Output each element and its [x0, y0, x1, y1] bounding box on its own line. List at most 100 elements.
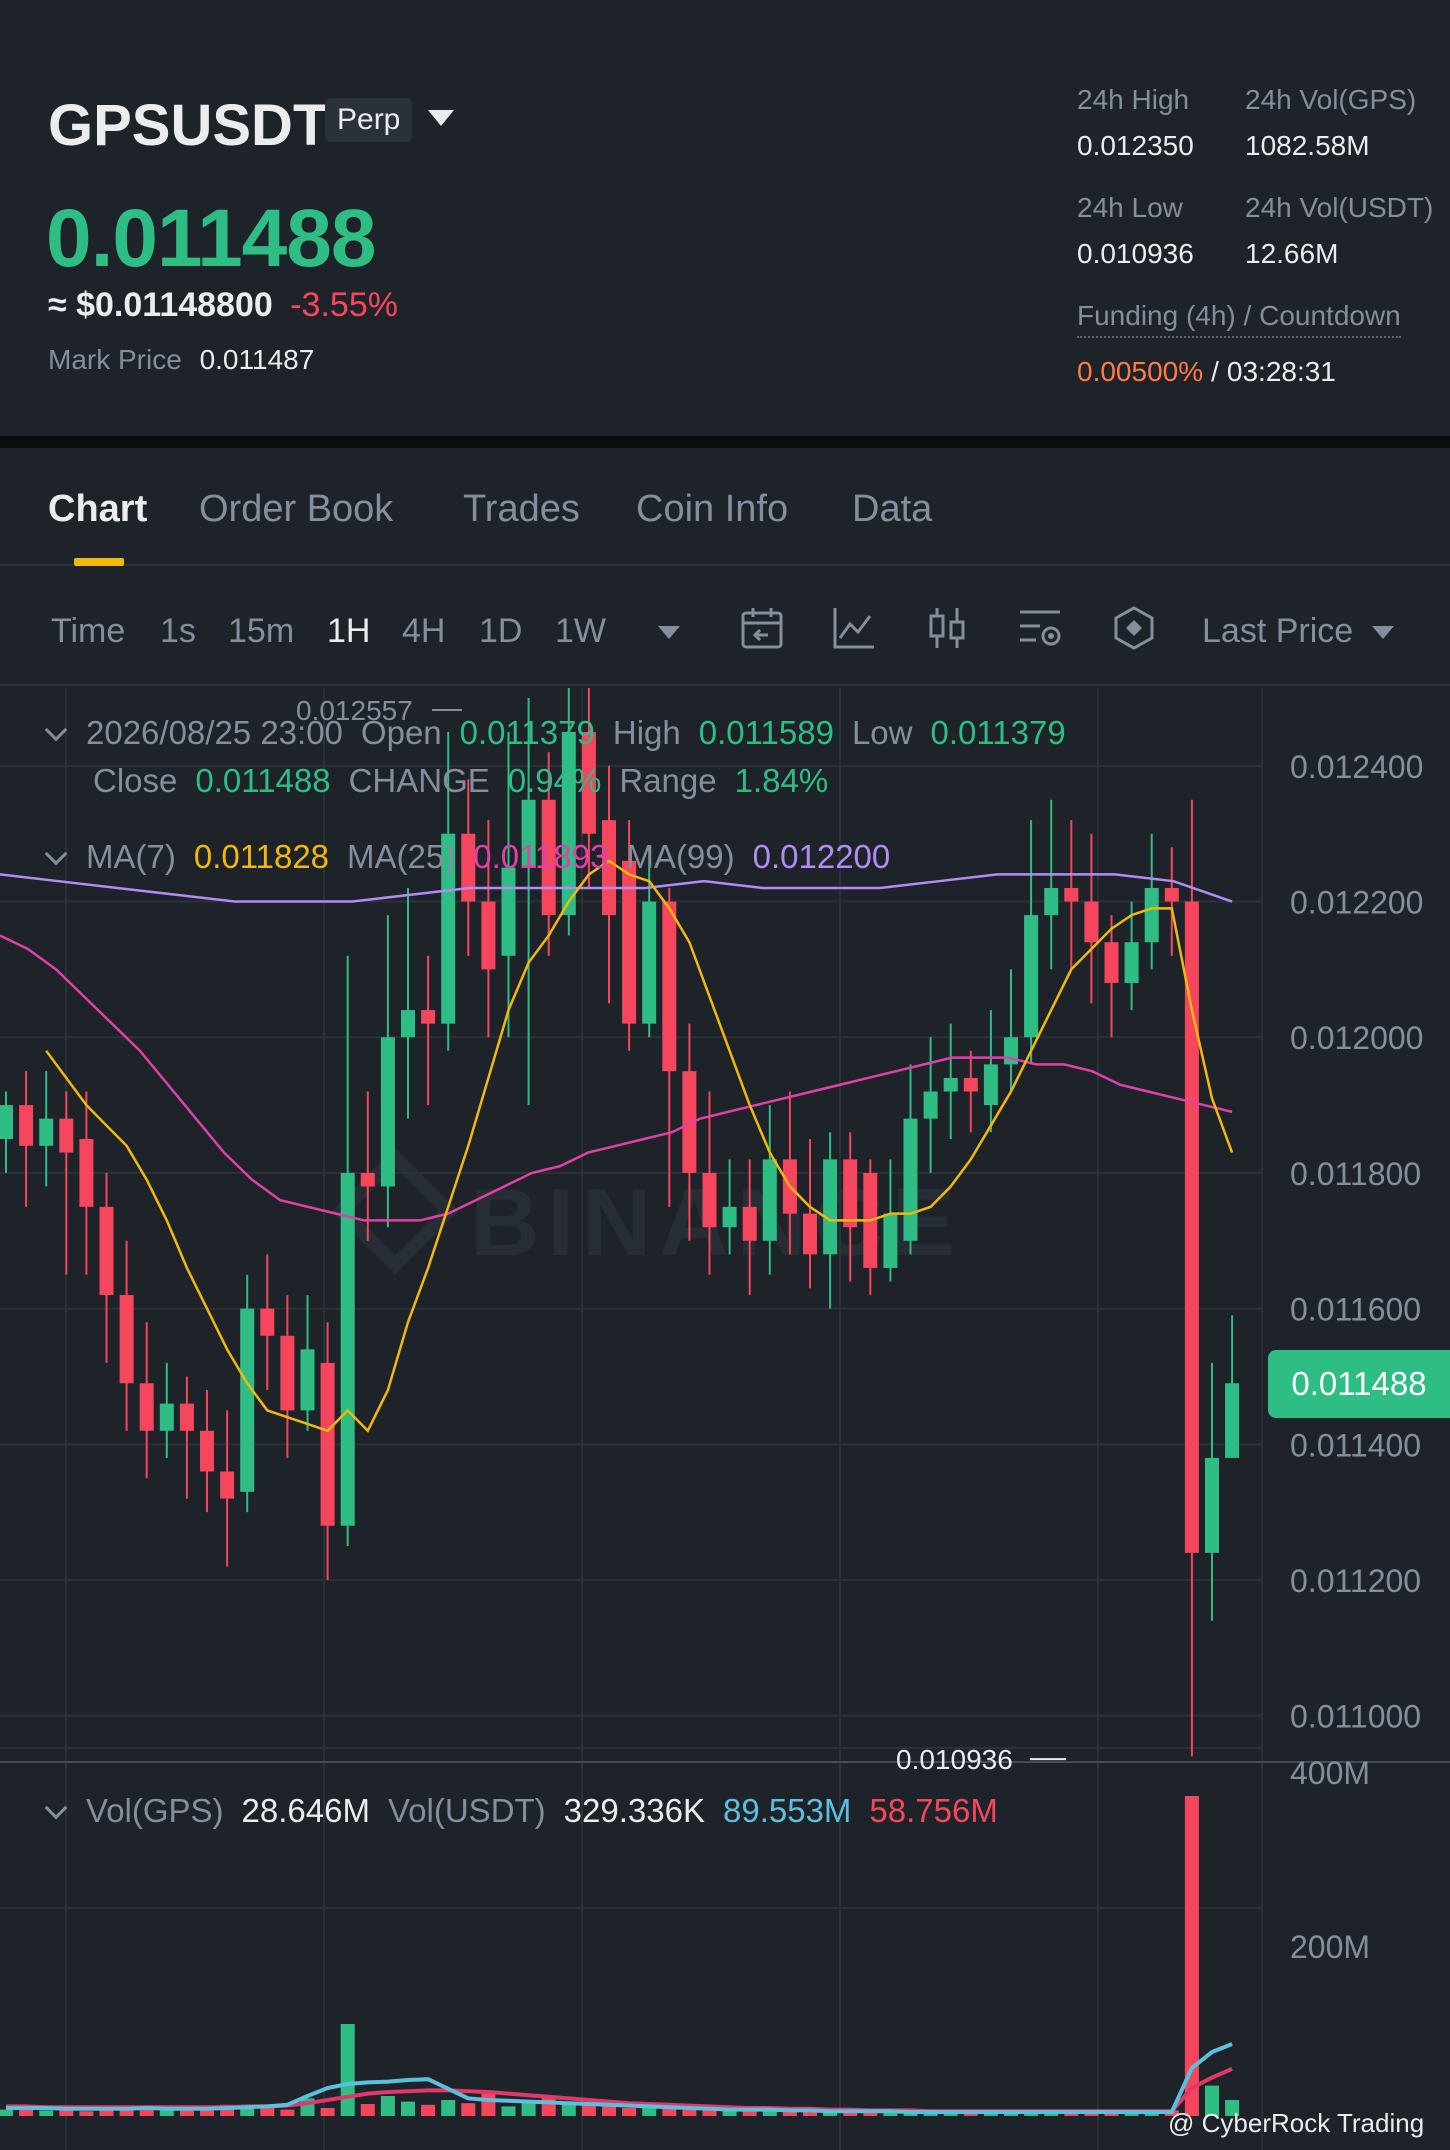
ma7-value: 0.011828	[193, 838, 330, 875]
candle-body	[220, 1471, 235, 1499]
funding-block[interactable]: Funding (4h) / Countdown 0.00500%/03:28:…	[1077, 300, 1401, 388]
indicator-icon[interactable]	[1110, 604, 1158, 652]
mark-price-label: Mark Price	[48, 344, 182, 375]
ma25-value: 0.011893	[473, 838, 609, 875]
timeframe-1s[interactable]: 1s	[160, 612, 196, 651]
price-type-dropdown-icon[interactable]	[1372, 626, 1394, 639]
change-label: CHANGE	[348, 762, 490, 799]
stat-label: 24h High	[1077, 84, 1190, 115]
more-timeframes-icon[interactable]	[658, 626, 680, 639]
candle-body	[823, 1159, 838, 1255]
tab-data[interactable]: Data	[852, 488, 932, 531]
candle-body	[501, 867, 516, 956]
candle-body	[702, 1172, 717, 1228]
tab-chart[interactable]: Chart	[48, 488, 147, 531]
open-value: 0.011379	[459, 714, 595, 751]
candle-body	[280, 1335, 295, 1411]
candle-body	[1205, 1457, 1219, 1553]
chart-area[interactable]: BINANCE 0.012400 0.012200 0.012000 0.011800…	[0, 688, 1450, 2150]
active-tab-indicator	[74, 558, 124, 566]
candle-body	[923, 1091, 938, 1119]
price-type-selector[interactable]: Last Price	[1202, 612, 1353, 651]
candle-body	[99, 1206, 114, 1296]
funding-row: 0.00500%/03:28:31	[1077, 356, 1401, 388]
collapse-icon[interactable]	[44, 1796, 68, 1820]
candle-body	[1084, 901, 1099, 943]
volume-bar	[401, 2101, 415, 2116]
volume-legend-row: Vol(GPS) 28.646M Vol(USDT) 329.336K 89.553M 5…	[44, 1792, 998, 1830]
timeframe-time[interactable]: Time	[51, 612, 125, 651]
calendar-icon[interactable]	[738, 604, 786, 652]
current-price-tag: 0.011488	[1268, 1350, 1450, 1418]
symbol-dropdown-icon[interactable]	[428, 110, 454, 126]
symbol-title[interactable]: GPSUSDT	[48, 92, 328, 159]
price-tick-label: 0.012400	[1290, 749, 1423, 785]
candle-body	[260, 1308, 275, 1336]
volume-bar	[602, 2106, 616, 2116]
candle-datetime: 2026/08/25 23:00	[86, 714, 343, 751]
volume-bar	[280, 2109, 295, 2116]
chart-settings-icon[interactable]	[1016, 604, 1064, 652]
stat-24h-high: 24h High 0.012350	[1077, 84, 1194, 162]
candle-body	[883, 1213, 898, 1268]
volume-bar	[139, 2109, 154, 2116]
tab-trades[interactable]: Trades	[463, 488, 580, 531]
funding-separator: /	[1211, 356, 1219, 387]
funding-label[interactable]: Funding (4h) / Countdown	[1077, 300, 1401, 338]
price-tick-label: 0.011200	[1290, 1563, 1421, 1599]
timeframe-1h[interactable]: 1H	[327, 612, 370, 651]
price-tick-label: 0.012000	[1290, 1020, 1423, 1056]
change-value: 0.94%	[507, 762, 602, 799]
stat-24h-low: 24h Low 0.010936	[1077, 192, 1194, 270]
section-divider	[0, 436, 1450, 448]
ma-legend-row: MA(7) 0.011828 MA(25) 0.011893 MA(99) 0.01220…	[44, 838, 891, 876]
collapse-icon[interactable]	[44, 842, 68, 866]
timeframe-1w[interactable]: 1W	[555, 612, 606, 651]
chart-toolbar: Time 1s 15m 1H 4H 1D 1W Last Price	[0, 568, 1450, 686]
open-label: Open	[360, 714, 442, 751]
timeframe-1d[interactable]: 1D	[479, 612, 522, 651]
contract-type-badge: Perp	[325, 98, 413, 142]
funding-rate: 0.00500%	[1077, 356, 1204, 387]
volume-bar	[441, 2100, 456, 2116]
candle-body	[179, 1403, 194, 1431]
volume-bar	[622, 2108, 637, 2116]
candle-body	[300, 1349, 315, 1411]
stat-label: 24h Vol(GPS)	[1245, 84, 1417, 115]
candle-body	[19, 1105, 34, 1146]
stat-value: 1082.58M	[1245, 130, 1370, 161]
ohlc-row-1: 2026/08/25 23:00 Open 0.011379 High 0.011589…	[44, 714, 1066, 752]
candle-body	[1144, 887, 1159, 943]
candlestick-chart[interactable]: 0.012400 0.012200 0.012000 0.011800 0.011600…	[0, 688, 1450, 2150]
candle-body	[200, 1430, 214, 1472]
candle-body	[360, 1172, 375, 1187]
timeframe-4h[interactable]: 4H	[402, 612, 445, 651]
collapse-icon[interactable]	[44, 718, 68, 742]
candle-body	[1164, 887, 1179, 902]
candle-body	[1184, 901, 1199, 1553]
candle-body	[119, 1295, 134, 1384]
mark-price-value: 0.011487	[199, 344, 315, 375]
candle-body	[662, 901, 677, 1072]
stat-value: 12.66M	[1245, 238, 1339, 269]
candlestick-icon[interactable]	[923, 604, 971, 652]
stat-24h-vol-quote: 24h Vol(USDT) 12.66M	[1245, 192, 1433, 270]
volume-bar	[179, 2110, 194, 2116]
candle-body	[340, 1172, 355, 1526]
timeframe-15m[interactable]: 15m	[228, 612, 294, 651]
line-chart-icon[interactable]	[830, 604, 878, 652]
volume-tick-label: 400M	[1290, 1755, 1370, 1791]
ma99-value: 0.012200	[752, 838, 891, 875]
price-tick-label: 0.012200	[1290, 885, 1423, 921]
low-value: 0.011379	[930, 714, 1066, 751]
vol-ma5-value: 89.553M	[722, 1792, 852, 1829]
tab-coin-info[interactable]: Coin Info	[636, 488, 788, 531]
candle-body	[0, 1105, 13, 1140]
ma7-label: MA(7)	[86, 838, 176, 875]
fiat-price: ≈ $0.01148800	[48, 286, 273, 324]
tab-order-book[interactable]: Order Book	[199, 488, 393, 531]
candle-body	[79, 1139, 94, 1207]
candle-body	[943, 1077, 958, 1092]
vol-ma10-value: 58.756M	[869, 1792, 998, 1829]
fiat-price-row: ≈ $0.01148800 -3.55%	[48, 286, 398, 325]
